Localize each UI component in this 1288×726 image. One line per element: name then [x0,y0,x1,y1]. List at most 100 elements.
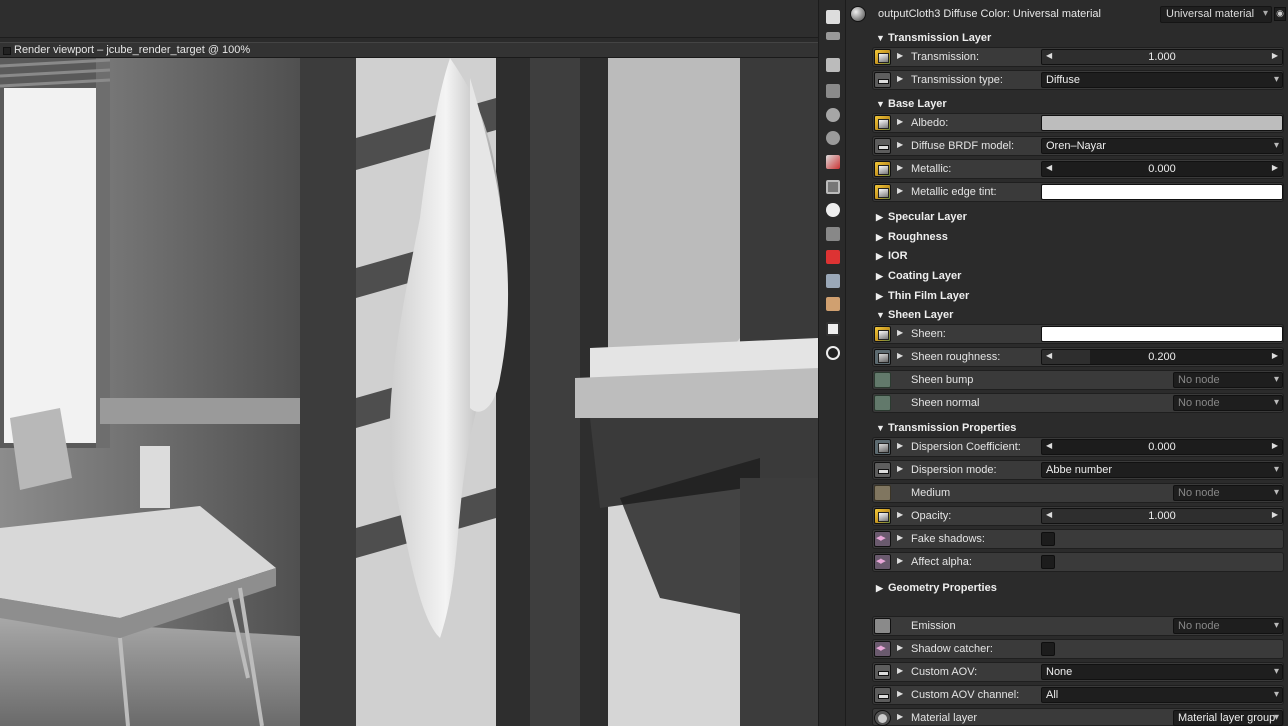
row-metallic: ▶ Metallic: ◀ 0.000 ▶ [872,159,1284,179]
dispersion-mode-dropdown[interactable]: Abbe number [1041,462,1283,478]
opacity-slider[interactable]: ◀ 1.000 ▶ [1041,508,1283,524]
normal-pin-icon[interactable] [874,395,891,411]
orange-cube-icon[interactable] [826,297,840,311]
custom-aov-dropdown[interactable]: None [1041,664,1283,680]
expand-arrow-icon[interactable]: ▶ [897,464,903,473]
section-roughness[interactable]: ▶ Roughness [876,231,948,243]
expand-arrow-icon[interactable]: ▶ [897,117,903,126]
section-coating-layer[interactable]: ▶ Coating Layer [876,270,961,282]
section-ior[interactable]: ▶ IOR [876,250,908,262]
enum-pin-icon[interactable] [874,687,891,703]
enum-pin-icon[interactable] [874,72,891,88]
albedo-color-swatch[interactable] [1041,115,1283,131]
expand-arrow-icon[interactable]: ▶ [897,351,903,360]
outliner-icon[interactable] [826,32,840,40]
settings-icon[interactable] [826,227,840,241]
expand-arrow-icon[interactable]: ▶ [897,140,903,149]
sheen-roughness-slider[interactable]: ◀ 0.200 ▶ [1041,349,1283,365]
material-layer-dropdown[interactable]: Material layer group [1173,710,1283,726]
section-specular-layer[interactable]: ▶ Specular Layer [876,211,967,223]
medium-node-dropdown[interactable]: No node [1173,485,1283,501]
row-metallic-edge-tint: ▶ Metallic edge tint: [872,182,1284,202]
custom-aov-channel-dropdown[interactable]: All [1041,687,1283,703]
row-sheen-roughness: ▶ Sheen roughness: ◀ 0.200 ▶ [872,347,1284,367]
expand-arrow-icon[interactable]: ▶ [897,51,903,60]
row-emission: Emission No node [872,616,1284,636]
section-geometry-properties[interactable]: ▶ Geometry Properties [876,582,997,594]
image-icon[interactable] [826,58,840,72]
material-icon[interactable] [826,131,840,145]
fake-shadows-checkbox[interactable] [1041,532,1055,546]
expand-arrow-icon[interactable]: ▶ [897,328,903,337]
bool-pin-icon[interactable] [874,531,891,547]
expand-arrow-icon[interactable]: ▶ [897,186,903,195]
row-fake-shadows: ▶ Fake shadows: [872,529,1284,549]
node-graph-icon[interactable] [826,10,840,24]
row-dispersion-mode: ▶ Dispersion mode: Abbe number [872,460,1284,480]
paint-icon[interactable] [826,155,840,169]
expand-arrow-icon[interactable]: ▶ [897,689,903,698]
material-layer-pin-icon[interactable] [874,710,891,726]
red-cube-icon[interactable] [826,250,840,264]
transmission-type-dropdown[interactable]: Diffuse [1041,72,1283,88]
diffuse-brdf-dropdown[interactable]: Oren–Nayar [1041,138,1283,154]
texture-pin-icon[interactable] [874,184,891,200]
viewport-title: Render viewport – jcube_render_target @ … [14,44,251,56]
texture-pin-icon[interactable] [874,326,891,342]
section-thin-film-layer[interactable]: ▶ Thin Film Layer [876,290,969,302]
expand-arrow-icon[interactable]: ▶ [897,441,903,450]
row-custom-aov-channel: ▶ Custom AOV channel: All [872,685,1284,705]
texture-icon[interactable] [826,180,840,194]
expand-arrow-icon[interactable]: ▶ [897,533,903,542]
medium-pin-icon[interactable] [874,485,891,501]
texture-pin-icon[interactable] [874,115,891,131]
sheen-color-swatch[interactable] [1041,326,1283,342]
sheen-normal-node-dropdown[interactable]: No node [1173,395,1283,411]
transmission-slider[interactable]: ◀ 1.000 ▶ [1041,49,1283,65]
time-icon[interactable] [826,203,840,217]
metallic-slider[interactable]: ◀ 0.000 ▶ [1041,161,1283,177]
section-sheen-layer[interactable]: ▼ Sheen Layer [876,309,953,321]
render-viewport[interactable] [0,58,818,726]
viewport-lock-icon[interactable] [3,47,11,55]
geometry-icon[interactable] [826,108,840,122]
enum-pin-icon[interactable] [874,138,891,154]
texture-pin-icon[interactable] [874,49,891,65]
float-pin-icon[interactable] [874,349,891,365]
shadow-catcher-checkbox[interactable] [1041,642,1055,656]
float-pin-icon[interactable] [874,439,891,455]
expand-arrow-icon[interactable]: ▶ [897,643,903,652]
bool-pin-icon[interactable] [874,554,891,570]
bump-pin-icon[interactable] [874,372,891,388]
texture-pin-icon[interactable] [874,508,891,524]
expand-arrow-icon[interactable]: ▶ [897,712,903,721]
row-sheen: ▶ Sheen: [872,324,1284,344]
texture-pin-icon[interactable] [874,161,891,177]
expand-arrow-icon[interactable]: ▶ [897,666,903,675]
eye-icon[interactable]: ◉ [1274,7,1286,21]
camera-icon[interactable] [826,84,840,98]
material-type-select[interactable]: Universal material [1160,6,1272,23]
enum-pin-icon[interactable] [874,462,891,478]
section-base-layer[interactable]: ▼ Base Layer [876,98,947,110]
environment-icon[interactable] [826,322,840,336]
section-transmission-layer[interactable]: ▼ Transmission Layer [876,32,991,44]
bool-pin-icon[interactable] [874,641,891,657]
light-icon[interactable] [826,346,840,360]
sheen-bump-node-dropdown[interactable]: No node [1173,372,1283,388]
emission-node-dropdown[interactable]: No node [1173,618,1283,634]
row-albedo: ▶ Albedo: [872,113,1284,133]
row-opacity: ▶ Opacity: ◀ 1.000 ▶ [872,506,1284,526]
expand-arrow-icon[interactable]: ▶ [897,163,903,172]
expand-arrow-icon[interactable]: ▶ [897,556,903,565]
emission-pin-icon[interactable] [874,618,891,634]
expand-arrow-icon[interactable]: ▶ [897,74,903,83]
enum-pin-icon[interactable] [874,664,891,680]
dispersion-coefficient-slider[interactable]: ◀ 0.000 ▶ [1041,439,1283,455]
metallic-edge-tint-swatch[interactable] [1041,184,1283,200]
row-sheen-bump: Sheen bump No node [872,370,1284,390]
affect-alpha-checkbox[interactable] [1041,555,1055,569]
blue-cube-icon[interactable] [826,274,840,288]
expand-arrow-icon[interactable]: ▶ [897,510,903,519]
section-transmission-properties[interactable]: ▼ Transmission Properties [876,422,1016,434]
